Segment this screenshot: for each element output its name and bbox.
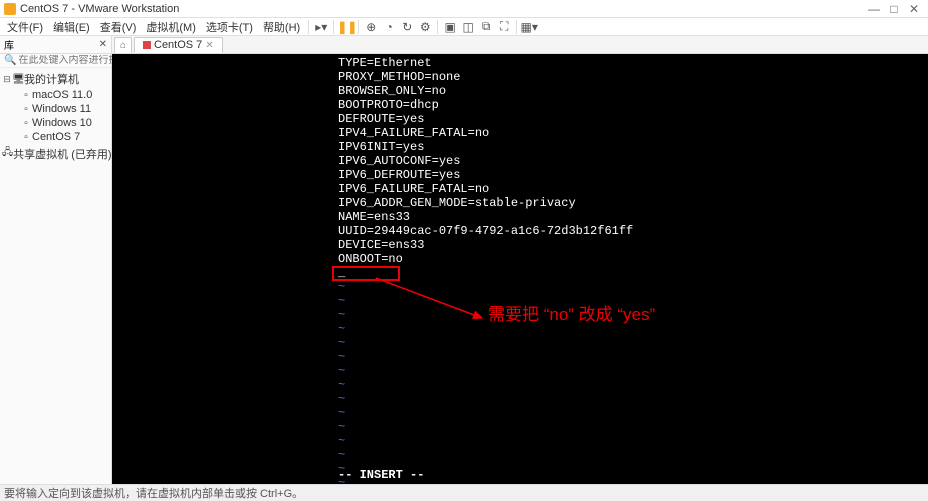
vm-icon: ▫ bbox=[20, 104, 32, 115]
home-tab[interactable]: ⌂ bbox=[114, 37, 132, 53]
unity-icon[interactable]: ◫ bbox=[459, 20, 477, 34]
tree-label: Windows 11 bbox=[32, 103, 91, 115]
menubar: 文件(F) 编辑(E) 查看(V) 虚拟机(M) 选项卡(T) 帮助(H) ▸▾… bbox=[0, 18, 928, 36]
shared-icon: 🖧 bbox=[2, 145, 13, 162]
terminal-line: IPV6INIT=yes bbox=[338, 140, 424, 154]
terminal-line: IPV6_DEFROUTE=yes bbox=[338, 168, 460, 182]
tree-root-my-computer[interactable]: ⊟ 🖥 我的计算机 bbox=[2, 70, 111, 88]
close-button[interactable]: ✕ bbox=[904, 2, 924, 16]
vi-tilde: ~ bbox=[338, 392, 345, 406]
terminal-line: DEFROUTE=yes bbox=[338, 112, 424, 126]
tab-centos7[interactable]: CentOS 7 ✕ bbox=[134, 37, 223, 53]
terminal[interactable]: 需要把 “no” 改成 “yes” -- INSERT -- TYPE=Ethe… bbox=[112, 54, 928, 484]
tabstrip: ⌂ CentOS 7 ✕ bbox=[112, 36, 928, 54]
vi-tilde: ~ bbox=[338, 322, 345, 336]
toolbar-divider bbox=[358, 20, 359, 34]
tree-label: macOS 11.0 bbox=[32, 89, 92, 101]
terminal-line: IPV6_AUTOCONF=yes bbox=[338, 154, 460, 168]
terminal-line: BROWSER_ONLY=no bbox=[338, 84, 446, 98]
app-icon bbox=[4, 3, 16, 15]
terminal-cursor: _ bbox=[338, 266, 345, 280]
vi-tilde: ~ bbox=[338, 364, 345, 378]
revert-icon[interactable]: ↻ bbox=[398, 20, 416, 34]
tree-shared-vms[interactable]: 🖧 共享虚拟机 (已弃用) bbox=[2, 144, 111, 163]
window-title: CentOS 7 - VMware Workstation bbox=[20, 3, 864, 15]
toolbar-divider bbox=[308, 20, 309, 34]
snapshot-icon[interactable]: ⊕ bbox=[362, 20, 380, 34]
status-text: 要将输入定向到该虚拟机，请在虚拟机内部单击或按 Ctrl+G。 bbox=[4, 485, 303, 501]
tree-label: 我的计算机 bbox=[24, 71, 79, 87]
terminal-line: IPV6_FAILURE_FATAL=no bbox=[338, 182, 489, 196]
collapse-icon[interactable]: ⊟ bbox=[2, 74, 12, 85]
statusbar: 要将输入定向到该虚拟机，请在虚拟机内部单击或按 Ctrl+G。 bbox=[0, 484, 928, 500]
menu-file[interactable]: 文件(F) bbox=[2, 19, 48, 35]
tab-label: CentOS 7 bbox=[154, 38, 202, 53]
sidebar: 库 ✕ 🔍 ▾ ⊟ 🖥 我的计算机 ▫ macOS 11.0 ▫ Windows… bbox=[0, 36, 112, 484]
terminal-line: UUID=29449cac-07f9-4792-a1c6-72d3b12f61f… bbox=[338, 224, 633, 238]
vm-icon: ▫ bbox=[20, 90, 32, 101]
vi-tilde: ~ bbox=[338, 294, 345, 308]
tree-item-win11[interactable]: ▫ Windows 11 bbox=[2, 102, 111, 116]
fullscreen-icon[interactable]: ▣ bbox=[441, 20, 459, 34]
search-icon: 🔍 bbox=[2, 55, 18, 66]
titlebar: CentOS 7 - VMware Workstation — □ ✕ bbox=[0, 0, 928, 18]
terminal-line: NAME=ens33 bbox=[338, 210, 410, 224]
tree-label: 共享虚拟机 (已弃用) bbox=[13, 146, 111, 162]
vi-tilde: ~ bbox=[338, 448, 345, 462]
minimize-button[interactable]: — bbox=[864, 2, 884, 16]
annotation-text: 需要把 “no” 改成 “yes” bbox=[488, 308, 655, 322]
tree-label: CentOS 7 bbox=[32, 131, 80, 143]
terminal-line: TYPE=Ethernet bbox=[338, 56, 432, 70]
terminal-line: ONBOOT=no bbox=[338, 252, 403, 266]
terminal-line: IPV6_ADDR_GEN_MODE=stable-privacy bbox=[338, 196, 576, 210]
vm-icon: ▫ bbox=[20, 118, 32, 129]
maximize-button[interactable]: □ bbox=[884, 2, 904, 16]
vi-tilde: ~ bbox=[338, 350, 345, 364]
vi-tilde: ~ bbox=[338, 434, 345, 448]
sidebar-title: 库 bbox=[2, 37, 16, 52]
menu-tabs[interactable]: 选项卡(T) bbox=[201, 19, 258, 35]
menu-help[interactable]: 帮助(H) bbox=[258, 19, 305, 35]
vi-tilde: ~ bbox=[338, 378, 345, 392]
settings-icon[interactable]: ⚙ bbox=[416, 20, 434, 34]
sidebar-close-icon[interactable]: ✕ bbox=[97, 39, 109, 50]
menu-view[interactable]: 查看(V) bbox=[95, 19, 142, 35]
vi-tilde: ~ bbox=[338, 420, 345, 434]
tree-item-macos[interactable]: ▫ macOS 11.0 bbox=[2, 88, 111, 102]
menu-edit[interactable]: 编辑(E) bbox=[48, 19, 95, 35]
vi-tilde: ~ bbox=[338, 462, 345, 476]
toolbar-divider bbox=[333, 20, 334, 34]
tree-item-win10[interactable]: ▫ Windows 10 bbox=[2, 116, 111, 130]
terminal-line: BOOTPROTO=dhcp bbox=[338, 98, 439, 112]
vi-tilde: ~ bbox=[338, 476, 345, 484]
thumbnail-icon[interactable]: ▦▾ bbox=[520, 20, 538, 34]
annotation-arrow bbox=[370, 272, 490, 326]
vm-tree: ⊟ 🖥 我的计算机 ▫ macOS 11.0 ▫ Windows 11 ▫ Wi… bbox=[0, 68, 111, 165]
tree-label: Windows 10 bbox=[32, 117, 92, 129]
vi-mode-line: -- INSERT -- bbox=[338, 468, 424, 482]
vi-tilde: ~ bbox=[338, 308, 345, 322]
terminal-line: PROXY_METHOD=none bbox=[338, 70, 460, 84]
tab-close-icon[interactable]: ✕ bbox=[205, 38, 213, 53]
computer-icon: 🖥 bbox=[12, 74, 24, 85]
toolbar-divider bbox=[516, 20, 517, 34]
menu-vm[interactable]: 虚拟机(M) bbox=[141, 19, 201, 35]
console-icon[interactable]: ⧉ bbox=[477, 19, 495, 34]
vi-tilde: ~ bbox=[338, 406, 345, 420]
terminal-line: DEVICE=ens33 bbox=[338, 238, 424, 252]
vi-tilde: ~ bbox=[338, 280, 345, 294]
terminal-line: IPV4_FAILURE_FATAL=no bbox=[338, 126, 489, 140]
play-dropdown-icon[interactable]: ▸▾ bbox=[312, 20, 330, 34]
tree-item-centos7[interactable]: ▫ CentOS 7 bbox=[2, 130, 111, 144]
vi-tilde: ~ bbox=[338, 336, 345, 350]
vm-icon: ▫ bbox=[20, 132, 32, 143]
toolbar-divider bbox=[437, 20, 438, 34]
stretch-icon[interactable]: ⛶ bbox=[495, 19, 513, 34]
snapshot-manager-icon[interactable]: ◔ bbox=[380, 20, 398, 34]
vm-status-icon bbox=[143, 41, 151, 49]
pause-icon[interactable]: ❚❚ bbox=[337, 20, 355, 34]
